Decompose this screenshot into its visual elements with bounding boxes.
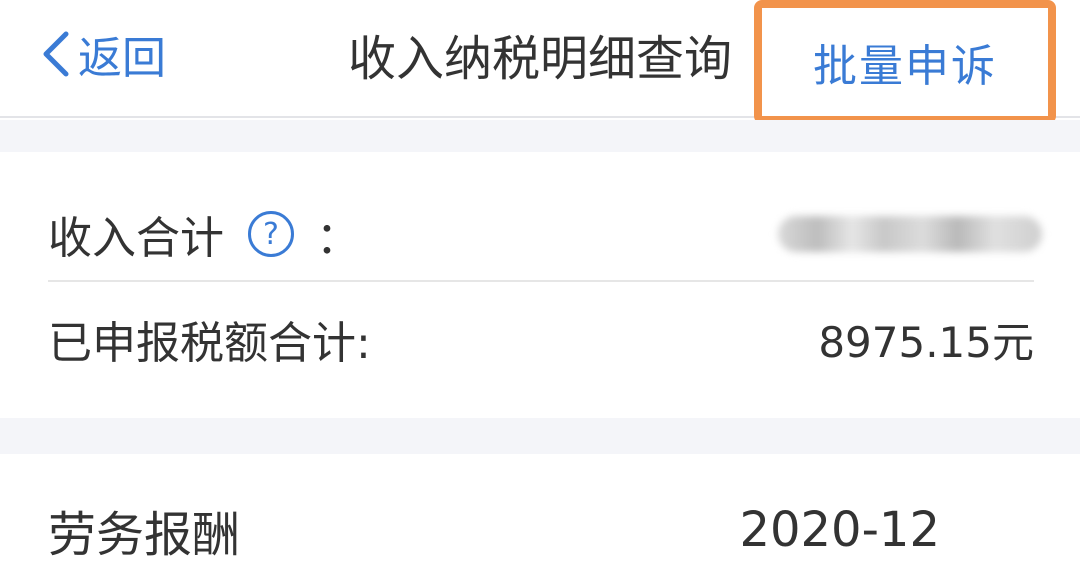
income-period: 2020-12 — [739, 502, 940, 558]
declared-tax-row: 已申报税额合计: 8975.15元 — [48, 292, 1034, 386]
section-divider — [0, 120, 1080, 152]
batch-appeal-button[interactable]: 批量申诉 — [754, 0, 1056, 124]
summary-card: 收入合计 ? ： 已申报税额合计: 8975.15元 — [0, 152, 1080, 418]
colon: ： — [316, 213, 360, 264]
batch-appeal-label: 批量申诉 — [813, 41, 997, 92]
list-item[interactable]: 劳务报酬 2020-12 — [48, 490, 940, 570]
declared-tax-label: 已申报税额合计: — [48, 318, 371, 369]
help-icon[interactable]: ? — [248, 211, 294, 257]
blurred-income-value — [778, 216, 1042, 252]
section-divider — [0, 418, 1080, 454]
declared-tax-value: 8975.15元 — [818, 317, 1034, 367]
income-total-label-wrap: 收入合计 ? ： — [48, 202, 360, 266]
income-total-row: 收入合计 ? ： — [48, 188, 1042, 282]
page-title: 收入纳税明细查询 — [347, 31, 732, 87]
income-total-label: 收入合计 — [48, 213, 224, 264]
income-type: 劳务报酬 — [48, 507, 241, 563]
